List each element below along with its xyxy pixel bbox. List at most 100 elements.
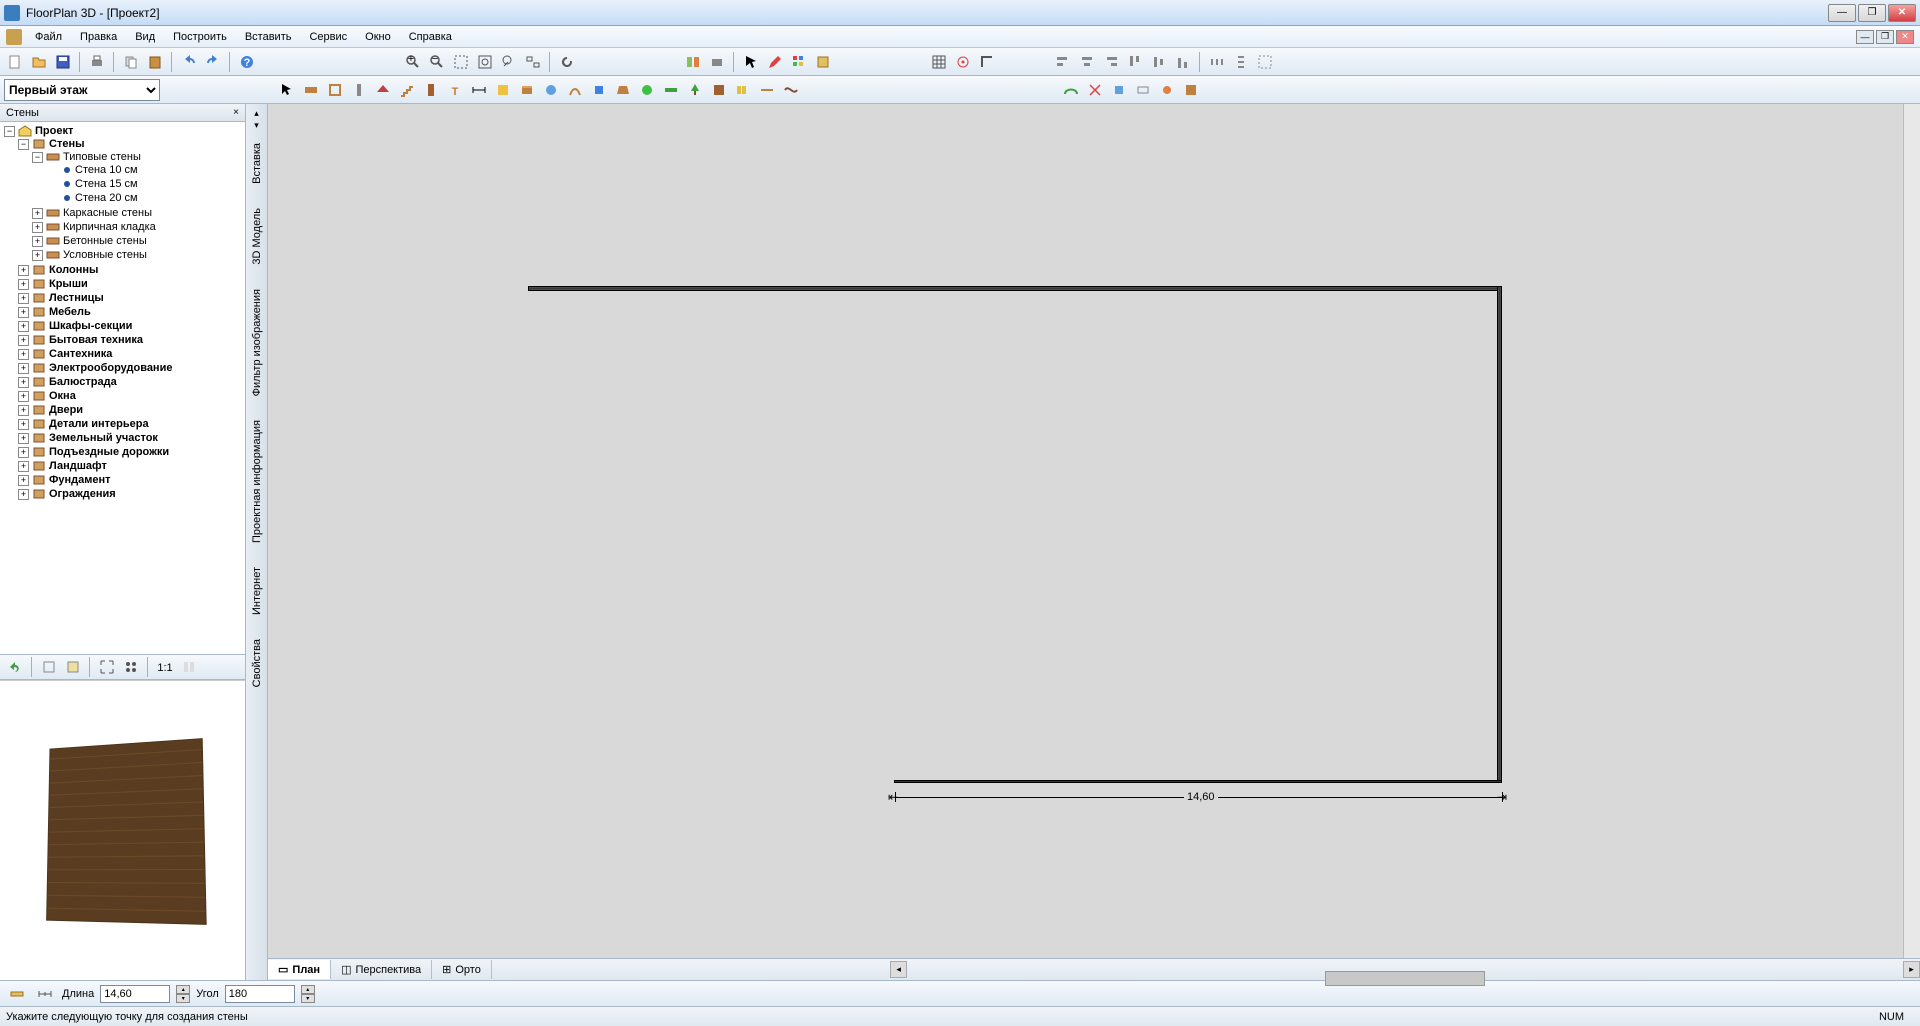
align-left-button[interactable]: [1052, 51, 1074, 73]
hscroll-right-button[interactable]: ▸: [1903, 961, 1920, 978]
materials-button[interactable]: [812, 51, 834, 73]
zoom-all-button[interactable]: [522, 51, 544, 73]
tool-20[interactable]: [732, 79, 754, 101]
tree-cat-16[interactable]: + Ограждения: [18, 488, 243, 500]
tool-12[interactable]: [540, 79, 562, 101]
wall-tool-button[interactable]: [300, 79, 322, 101]
tree-cat-10[interactable]: + Двери: [18, 404, 243, 416]
close-button[interactable]: ✕: [1888, 4, 1916, 22]
tree-wall-type-1[interactable]: + Каркасные стены: [32, 207, 243, 219]
tree-wall-type-3[interactable]: + Бетонные стены: [32, 235, 243, 247]
vtab-props[interactable]: Свойства: [248, 630, 266, 696]
sb-tool-5[interactable]: [120, 656, 142, 678]
print-button[interactable]: [86, 51, 108, 73]
vtab-down-button[interactable]: ▾: [250, 120, 264, 130]
tool-21[interactable]: [756, 79, 778, 101]
wall-segment-top[interactable]: [528, 286, 1502, 291]
dim-tool-button[interactable]: [468, 79, 490, 101]
paste-button[interactable]: [144, 51, 166, 73]
redo-button[interactable]: [202, 51, 224, 73]
panel-close-icon[interactable]: ×: [233, 107, 239, 118]
tree-cat-6[interactable]: + Сантехника: [18, 348, 243, 360]
mdi-minimize-button[interactable]: —: [1856, 30, 1874, 44]
tree-cat-5[interactable]: + Бытовая техника: [18, 334, 243, 346]
sb-tool-4[interactable]: [96, 656, 118, 678]
tool-18[interactable]: [684, 79, 706, 101]
tree-wall-type-0[interactable]: − Типовые стены: [32, 151, 243, 163]
mdi-close-button[interactable]: ✕: [1896, 30, 1914, 44]
align-center-button[interactable]: [1076, 51, 1098, 73]
undo-button[interactable]: [178, 51, 200, 73]
vtab-3dmodel[interactable]: 3D Модель: [248, 199, 266, 274]
vtab-up-button[interactable]: ▴: [250, 108, 264, 118]
text-tool-button[interactable]: T: [444, 79, 466, 101]
tab-perspective[interactable]: ◫Перспектива: [331, 960, 432, 979]
zoom-fit-button[interactable]: [474, 51, 496, 73]
refresh-button[interactable]: [556, 51, 578, 73]
tree-cat-13[interactable]: + Подъездные дорожки: [18, 446, 243, 458]
furniture-tool-button[interactable]: [516, 79, 538, 101]
menu-insert[interactable]: Вставить: [236, 28, 301, 46]
select-tool-button[interactable]: [276, 79, 298, 101]
path-tool-1[interactable]: [1060, 79, 1082, 101]
align-bottom-button[interactable]: [1172, 51, 1194, 73]
measure-icon[interactable]: [6, 983, 28, 1005]
vtab-insert[interactable]: Вставка: [248, 134, 266, 193]
print-plan-button[interactable]: [682, 51, 704, 73]
tab-plan[interactable]: ▭План: [268, 960, 331, 979]
tree-root[interactable]: − Проект: [4, 125, 243, 137]
copy-button[interactable]: [120, 51, 142, 73]
tree-cat-7[interactable]: + Электрооборудование: [18, 362, 243, 374]
length-spinner[interactable]: ▴▾: [176, 985, 190, 1003]
mdi-restore-button[interactable]: ❐: [1876, 30, 1894, 44]
distribute-v-button[interactable]: [1230, 51, 1252, 73]
group-button[interactable]: [1254, 51, 1276, 73]
sb-tool-7[interactable]: [178, 656, 200, 678]
room-tool-button[interactable]: [324, 79, 346, 101]
tree-wall-item-2[interactable]: + Стена 20 см: [46, 192, 243, 204]
units-icon[interactable]: [34, 983, 56, 1005]
align-top-button[interactable]: [1124, 51, 1146, 73]
help-button[interactable]: ?: [236, 51, 258, 73]
sb-tool-3[interactable]: [62, 656, 84, 678]
menu-build[interactable]: Построить: [164, 28, 236, 46]
tree-wall-type-4[interactable]: + Условные стены: [32, 249, 243, 261]
color-tool-button[interactable]: [788, 51, 810, 73]
tool-19[interactable]: [708, 79, 730, 101]
vtab-projinfo[interactable]: Проектная информация: [248, 411, 266, 552]
print-3d-button[interactable]: [706, 51, 728, 73]
tree-cat-1[interactable]: + Крыши: [18, 278, 243, 290]
tree-walls[interactable]: − Стены: [18, 138, 243, 150]
plan-canvas[interactable]: ⇤ ⇥ 14,60: [268, 104, 1920, 958]
tool-13[interactable]: [564, 79, 586, 101]
roof-tool-button[interactable]: [372, 79, 394, 101]
column-tool-button[interactable]: [348, 79, 370, 101]
tree-cat-12[interactable]: + Земельный участок: [18, 432, 243, 444]
menu-help[interactable]: Справка: [400, 28, 461, 46]
floor-select[interactable]: Первый этаж: [4, 79, 160, 101]
vtab-filter[interactable]: Фильтр изображения: [248, 280, 266, 405]
hscroll-left-button[interactable]: ◂: [890, 961, 907, 978]
wall-segment-right[interactable]: [1497, 286, 1502, 783]
tree-cat-11[interactable]: + Детали интерьера: [18, 418, 243, 430]
tab-ortho[interactable]: ⊞Орто: [432, 960, 492, 979]
tree-cat-3[interactable]: + Мебель: [18, 306, 243, 318]
tree-cat-2[interactable]: + Лестницы: [18, 292, 243, 304]
angle-input[interactable]: [225, 985, 295, 1003]
tool-22[interactable]: [780, 79, 802, 101]
zoom-window-button[interactable]: [450, 51, 472, 73]
tool-17[interactable]: [660, 79, 682, 101]
tree-cat-15[interactable]: + Фундамент: [18, 474, 243, 486]
menu-edit[interactable]: Правка: [71, 28, 126, 46]
menu-window[interactable]: Окно: [356, 28, 400, 46]
zoom-prev-button[interactable]: [498, 51, 520, 73]
ortho-button[interactable]: [976, 51, 998, 73]
path-tool-2[interactable]: [1084, 79, 1106, 101]
zoom-in-button[interactable]: +: [402, 51, 424, 73]
door-tool-button[interactable]: [420, 79, 442, 101]
new-button[interactable]: [4, 51, 26, 73]
menu-service[interactable]: Сервис: [300, 28, 356, 46]
grid-button[interactable]: [928, 51, 950, 73]
sb-tool-6[interactable]: 1:1: [154, 656, 176, 678]
angle-spinner[interactable]: ▴▾: [301, 985, 315, 1003]
